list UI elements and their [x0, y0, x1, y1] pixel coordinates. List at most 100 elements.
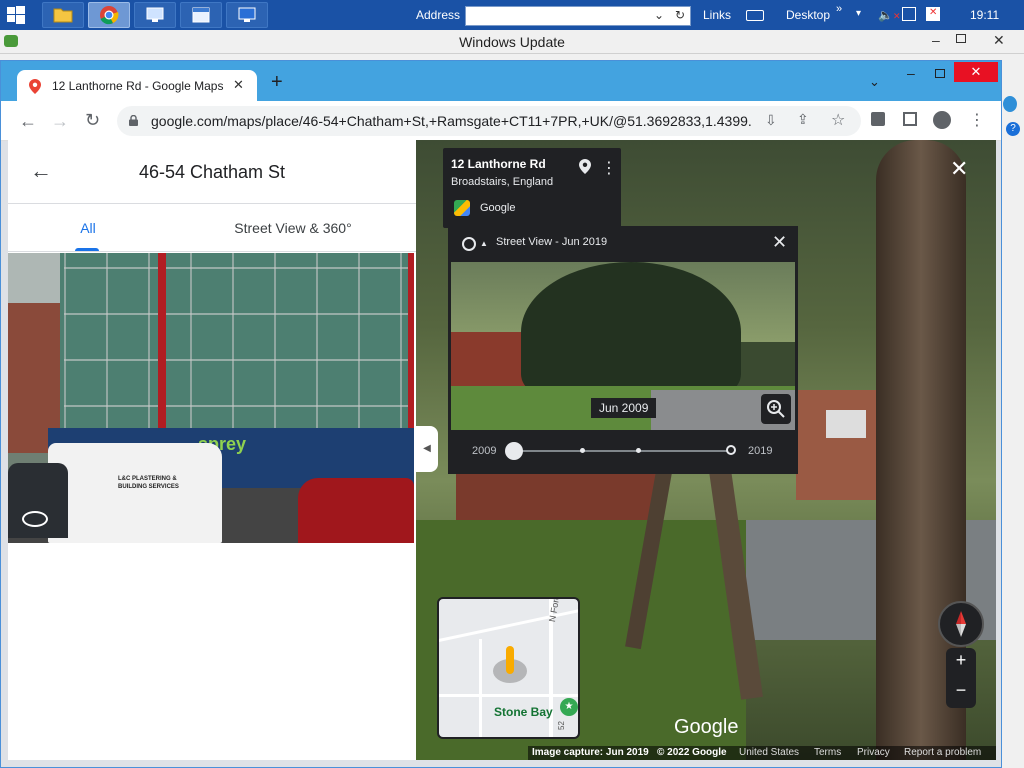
provider-label: Google [480, 202, 516, 214]
background-globe-icon [1003, 96, 1017, 112]
close-street-view-icon[interactable]: ✕ [950, 158, 968, 180]
browser-tab[interactable]: 12 Lanthorne Rd - Google Maps ✕ [17, 70, 257, 101]
more-options-icon[interactable]: ⋮ [601, 158, 617, 178]
place-label: Stone Bay [494, 705, 553, 719]
links-label[interactable]: Links [703, 8, 731, 22]
white-van: L&C PLASTERING & BUILDING SERVICES [48, 443, 222, 543]
omnibox[interactable]: google.com/maps/place/46-54+Chatham+St,+… [117, 106, 861, 136]
share-icon[interactable]: ⇪ [797, 111, 809, 128]
reload-icon[interactable]: ↻ [85, 110, 100, 131]
new-tab-icon[interactable]: + [271, 72, 283, 92]
forward-arrow-icon[interactable]: → [51, 111, 69, 132]
bookmark-star-icon[interactable]: ☆ [831, 110, 845, 130]
timeline-track[interactable] [512, 450, 732, 452]
taskbar-window-button[interactable] [180, 2, 222, 28]
timeline-dot[interactable] [580, 448, 585, 453]
road-label: N Foreland [547, 597, 565, 623]
tab-all[interactable]: All [68, 220, 108, 236]
browser-toolbar: ← → ↻ google.com/maps/place/46-54+Chatha… [1, 101, 1001, 141]
terms-link[interactable]: Terms [814, 747, 841, 758]
compass-control[interactable] [938, 601, 984, 647]
tab-street-view[interactable]: Street View & 360° [208, 220, 378, 236]
360-rotate-icon[interactable] [22, 511, 48, 527]
keyboard-icon[interactable] [746, 10, 764, 21]
history-dropdown-icon[interactable]: ▲ [480, 239, 488, 248]
timeline-dot-current[interactable] [726, 445, 736, 455]
timemachine-close-icon[interactable]: ✕ [772, 232, 787, 253]
google-watermark: Google [674, 716, 739, 738]
network-icon [146, 7, 164, 22]
tab-title: 12 Lanthorne Rd - Google Maps [52, 79, 224, 93]
timemachine-preview[interactable]: Jun 2009 [451, 262, 795, 430]
compass-needle-icon [956, 611, 966, 637]
taskbar-chrome-button[interactable] [88, 2, 130, 28]
windows-update-titlebar: Windows Update – ✕ [0, 30, 1024, 54]
tab-all-label: All [80, 220, 96, 236]
address-card: 12 Lanthorne Rd Broadstairs, England ⋮ G… [443, 148, 621, 228]
street-view-footer: Image capture: Jun 2019 © 2022 Google Un… [528, 746, 996, 760]
scaffolding [64, 253, 410, 453]
chrome-maximize-icon[interactable] [935, 69, 945, 78]
extensions-puzzle-icon[interactable] [871, 112, 885, 126]
tab-close-icon[interactable]: ✕ [233, 77, 244, 93]
country-link[interactable]: United States [739, 747, 799, 758]
street-view-photo[interactable]: sprey L&C PLASTERING & BUILDING SERVICES [8, 253, 414, 543]
install-icon[interactable]: ⇩ [765, 112, 777, 129]
tab-search-icon[interactable]: ⌄ [869, 74, 880, 90]
map-road [439, 694, 578, 697]
collapse-panel-button[interactable]: ◀ [416, 426, 438, 472]
timeline-thumb[interactable] [505, 442, 523, 460]
timeline-start-year: 2009 [472, 445, 497, 457]
mute-icon[interactable]: 🔈✕ [878, 8, 901, 22]
side-panel-icon[interactable] [903, 112, 917, 126]
history-clock-icon[interactable] [462, 237, 476, 251]
van-logo-text: L&C PLASTERING & BUILDING SERVICES [118, 476, 179, 490]
chrome-close-button[interactable]: ✕ [954, 62, 998, 82]
red-pole [158, 253, 166, 453]
window-icon [192, 7, 210, 23]
clock[interactable]: 19:11 [970, 8, 999, 22]
maps-pin-icon [29, 79, 41, 94]
security-tray-icon[interactable]: ✕ [926, 7, 940, 21]
mini-map[interactable]: N Foreland 52 ★ Stone Bay [437, 597, 580, 739]
preview-trees [521, 262, 741, 402]
maximize-icon[interactable] [956, 34, 966, 43]
address-input[interactable]: ⌄ [465, 6, 691, 26]
privacy-link[interactable]: Privacy [857, 747, 890, 758]
zoom-out-button[interactable]: − [946, 680, 976, 701]
panel-divider [8, 203, 416, 204]
profile-avatar-icon[interactable] [933, 111, 951, 129]
address-title: 12 Lanthorne Rd [451, 157, 546, 171]
chrome-icon [100, 6, 119, 25]
overflow-chevron-icon[interactable]: » [836, 3, 842, 15]
start-button[interactable] [6, 5, 26, 25]
menu-kebab-icon[interactable]: ⋮ [969, 110, 985, 130]
google-maps-logo-icon [454, 200, 470, 216]
preview-zoom-icon[interactable] [761, 394, 791, 424]
windows-logo-icon [7, 6, 25, 24]
taskbar-explorer-button[interactable] [42, 2, 84, 28]
pegman-icon[interactable] [506, 646, 514, 674]
back-arrow-icon[interactable]: ← [19, 111, 37, 132]
tray-chevron-icon[interactable]: ▾ [856, 8, 861, 19]
minimize-icon[interactable]: – [932, 32, 940, 48]
taskbar-update-button[interactable] [226, 2, 268, 28]
taskbar-network-button[interactable] [134, 2, 176, 28]
report-problem-link[interactable]: Report a problem [904, 747, 981, 758]
zoom-in-button[interactable]: + [946, 650, 976, 671]
location-pin-icon[interactable] [579, 159, 591, 174]
refresh-icon[interactable]: ↻ [672, 7, 688, 23]
network-tray-icon[interactable] [902, 7, 916, 21]
place-title: 46-54 Chatham St [138, 162, 286, 182]
chevron-down-icon[interactable]: ⌄ [654, 8, 664, 22]
chrome-minimize-icon[interactable]: – [907, 65, 915, 81]
url-text[interactable]: google.com/maps/place/46-54+Chatham+St,+… [151, 113, 751, 129]
window-title: Windows Update [459, 34, 565, 50]
timemachine-panel: ▲ Street View - Jun 2019 ✕ Jun 2009 2009… [448, 226, 798, 474]
close-icon[interactable]: ✕ [993, 32, 1005, 49]
timeline-dot[interactable] [636, 448, 641, 453]
background-help-icon: ? [1006, 122, 1020, 136]
park-pin-icon[interactable]: ★ [560, 698, 578, 716]
white-windows [826, 410, 866, 438]
desktop-label[interactable]: Desktop [786, 8, 830, 22]
